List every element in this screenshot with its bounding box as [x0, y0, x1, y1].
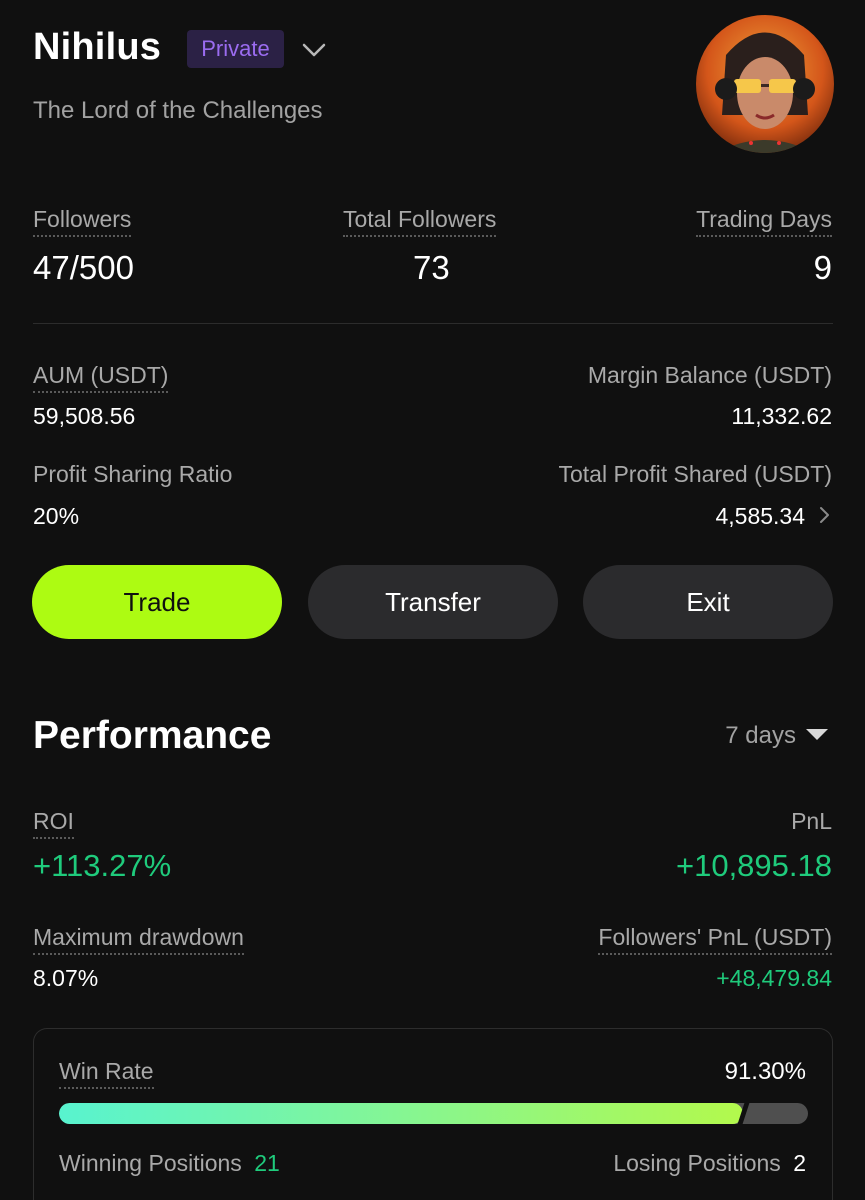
total-profit-shared-label: Total Profit Shared (USDT) [558, 461, 832, 487]
win-rate-bar [59, 1103, 808, 1124]
losing-positions: Losing Positions 2 [613, 1150, 806, 1177]
losing-positions-count: 2 [793, 1150, 806, 1176]
winning-positions-count: 21 [254, 1150, 280, 1176]
followers-value: 47/500 [33, 249, 134, 286]
win-rate-bar-fill [59, 1103, 743, 1124]
caret-down-icon [806, 729, 828, 740]
losing-positions-label: Losing Positions [613, 1150, 781, 1176]
avatar[interactable] [696, 15, 834, 153]
followers-pnl-value: +48,479.84 [716, 965, 832, 991]
winning-positions: Winning Positions 21 [59, 1150, 280, 1177]
win-rate-value: 91.30% [724, 1058, 806, 1085]
total-followers-label[interactable]: Total Followers [343, 206, 497, 237]
period-selector[interactable]: 7 days [725, 722, 828, 750]
margin-balance-value: 11,332.62 [731, 403, 832, 429]
trading-days-label[interactable]: Trading Days [696, 206, 832, 237]
trade-button[interactable]: Trade [32, 565, 282, 639]
roi-label[interactable]: ROI [33, 808, 74, 839]
profit-sharing-ratio-value: 20% [33, 503, 80, 529]
transfer-button[interactable]: Transfer [308, 565, 558, 639]
exit-button[interactable]: Exit [583, 565, 833, 639]
aum-value: 59,508.56 [33, 403, 136, 429]
period-label: 7 days [725, 722, 796, 749]
margin-balance-label: Margin Balance (USDT) [587, 362, 832, 388]
max-drawdown-label[interactable]: Maximum drawdown [33, 924, 244, 955]
total-profit-shared-value[interactable]: 4,585.34 [715, 503, 805, 530]
pnl-value: +10,895.18 [675, 848, 832, 883]
max-drawdown-value: 8.07% [33, 965, 99, 991]
followers-pnl-label[interactable]: Followers' PnL (USDT) [598, 924, 832, 955]
roi-value: +113.27% [33, 848, 172, 883]
chevron-right-icon[interactable] [816, 505, 834, 525]
winning-positions-label: Winning Positions [59, 1150, 242, 1176]
win-rate-label[interactable]: Win Rate [59, 1058, 154, 1089]
aum-label[interactable]: AUM (USDT) [33, 362, 169, 393]
profit-sharing-ratio-label: Profit Sharing Ratio [33, 461, 233, 487]
trader-tagline: The Lord of the Challenges [33, 97, 323, 124]
trading-days-value: 9 [813, 249, 832, 286]
visibility-badge: Private [187, 30, 284, 68]
trader-name: Nihilus [33, 26, 162, 68]
trader-profile-page: Nihilus Private The Lord of the Challeng… [0, 0, 865, 1200]
pnl-label: PnL [791, 808, 832, 834]
chevron-down-icon[interactable] [300, 36, 328, 64]
performance-title: Performance [33, 714, 272, 757]
followers-label[interactable]: Followers [33, 206, 132, 237]
total-followers-value: 73 [413, 249, 450, 286]
divider [33, 323, 833, 324]
